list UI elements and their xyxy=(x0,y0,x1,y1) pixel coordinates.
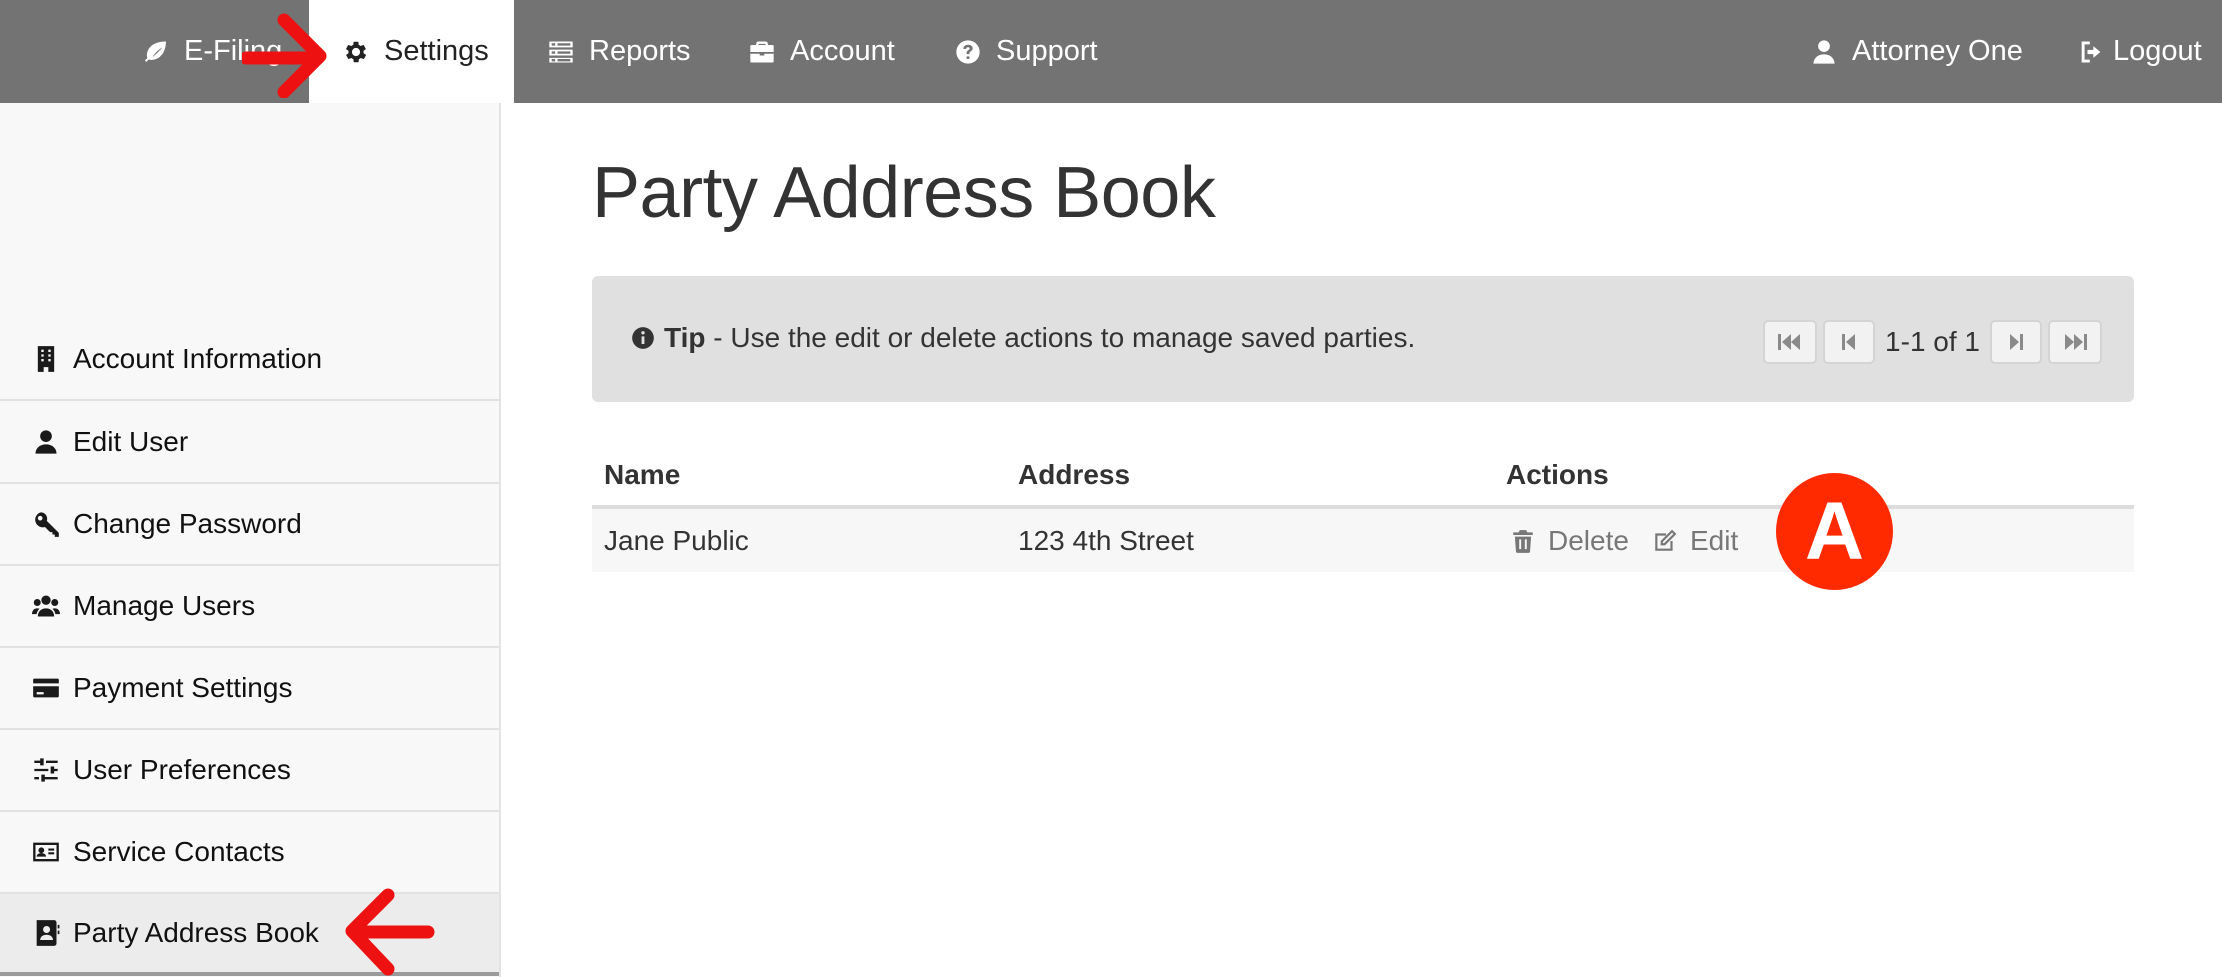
arrow-pointing-to-party-address-book xyxy=(345,888,435,976)
contact-card-icon xyxy=(31,837,61,867)
nav-user-menu[interactable]: Attorney One xyxy=(1810,0,2023,103)
previous-page-icon xyxy=(1836,332,1862,352)
sidebar-item-manage-users[interactable]: Manage Users xyxy=(0,566,499,648)
nav-settings[interactable]: Settings xyxy=(309,0,514,103)
sidebar-item-label: Edit User xyxy=(73,426,189,457)
delete-button[interactable]: Delete xyxy=(1510,525,1629,557)
party-table: Name Address Actions Jane Public 123 4th… xyxy=(592,445,2134,572)
sidebar-item-user-preferences[interactable]: User Preferences xyxy=(0,730,499,812)
last-page-button[interactable] xyxy=(2048,320,2102,364)
sidebar-item-label: Account Information xyxy=(73,343,323,374)
nav-support[interactable]: Support xyxy=(954,0,1098,103)
nav-logout-label: Logout xyxy=(2113,35,2202,67)
tip-text: - Use the edit or delete actions to mana… xyxy=(705,322,1416,353)
delete-label: Delete xyxy=(1548,525,1629,556)
next-page-button[interactable] xyxy=(1990,320,2042,364)
nav-reports-label: Reports xyxy=(589,35,691,67)
nav-logout[interactable]: Logout xyxy=(2077,0,2202,103)
sidebar-item-label: User Preferences xyxy=(73,754,291,785)
building-icon xyxy=(31,344,61,374)
reports-icon xyxy=(547,38,575,66)
user-icon xyxy=(31,427,61,457)
edit-icon xyxy=(1652,528,1678,554)
sidebar-item-account-information[interactable]: Account Information xyxy=(0,319,499,401)
pagination: 1-1 of 1 xyxy=(1763,320,2102,364)
address-book-icon xyxy=(31,918,61,948)
sidebar-item-service-contacts[interactable]: Service Contacts xyxy=(0,812,499,894)
column-header-address[interactable]: Address xyxy=(1018,459,1130,491)
annotation-marker-a: A xyxy=(1776,473,1893,590)
edit-label: Edit xyxy=(1690,525,1739,556)
question-circle-icon xyxy=(954,38,982,66)
first-page-button[interactable] xyxy=(1763,320,1818,364)
briefcase-icon xyxy=(748,38,776,66)
leaf-icon xyxy=(142,38,170,66)
nav-reports[interactable]: Reports xyxy=(547,0,691,103)
next-page-icon xyxy=(2003,332,2029,352)
column-header-name[interactable]: Name xyxy=(604,459,680,491)
party-name-cell: Jane Public xyxy=(604,525,749,556)
sidebar-item-label: Change Password xyxy=(73,508,302,539)
sidebar-item-label: Manage Users xyxy=(73,590,256,621)
sidebar-item-change-password[interactable]: Change Password xyxy=(0,484,499,566)
column-header-actions: Actions xyxy=(1506,459,1609,490)
nav-support-label: Support xyxy=(996,35,1098,67)
users-icon xyxy=(31,591,61,621)
trash-icon xyxy=(1510,528,1536,554)
nav-user-label: Attorney One xyxy=(1852,35,2023,67)
last-page-icon xyxy=(2062,332,2088,352)
edit-button[interactable]: Edit xyxy=(1652,525,1738,557)
previous-page-button[interactable] xyxy=(1823,320,1876,364)
nav-settings-label: Settings xyxy=(384,35,489,67)
settings-sidebar: Account Information Edit User Change Pas… xyxy=(0,103,501,977)
arrow-pointing-to-settings xyxy=(242,13,327,98)
page-title: Party Address Book xyxy=(592,153,1216,233)
info-circle-icon xyxy=(630,325,656,351)
sidebar-item-edit-user[interactable]: Edit User xyxy=(0,402,499,484)
credit-card-icon xyxy=(31,673,61,703)
sidebar-item-label: Service Contacts xyxy=(73,836,285,867)
nav-account[interactable]: Account xyxy=(748,0,895,103)
table-header: Name Address Actions xyxy=(592,445,2134,509)
pagination-info: 1-1 of 1 xyxy=(1885,326,1980,357)
party-address-cell: 123 4th Street xyxy=(1018,525,1194,556)
sidebar-item-label: Party Address Book xyxy=(73,917,319,948)
sidebar-item-payment-settings[interactable]: Payment Settings xyxy=(0,648,499,730)
table-row: Jane Public 123 4th Street Delete Edit xyxy=(592,509,2134,572)
sign-out-icon xyxy=(2077,38,2105,66)
nav-account-label: Account xyxy=(790,35,895,67)
tip-panel: Tip - Use the edit or delete actions to … xyxy=(592,276,2134,402)
sliders-icon xyxy=(31,755,61,785)
sidebar-item-label: Payment Settings xyxy=(73,672,293,703)
first-page-icon xyxy=(1777,332,1803,352)
key-icon xyxy=(31,509,61,539)
gear-icon xyxy=(342,38,370,66)
user-icon xyxy=(1810,38,1838,66)
tip-label: Tip xyxy=(664,322,706,353)
tip-message: Tip - Use the edit or delete actions to … xyxy=(630,322,1415,354)
